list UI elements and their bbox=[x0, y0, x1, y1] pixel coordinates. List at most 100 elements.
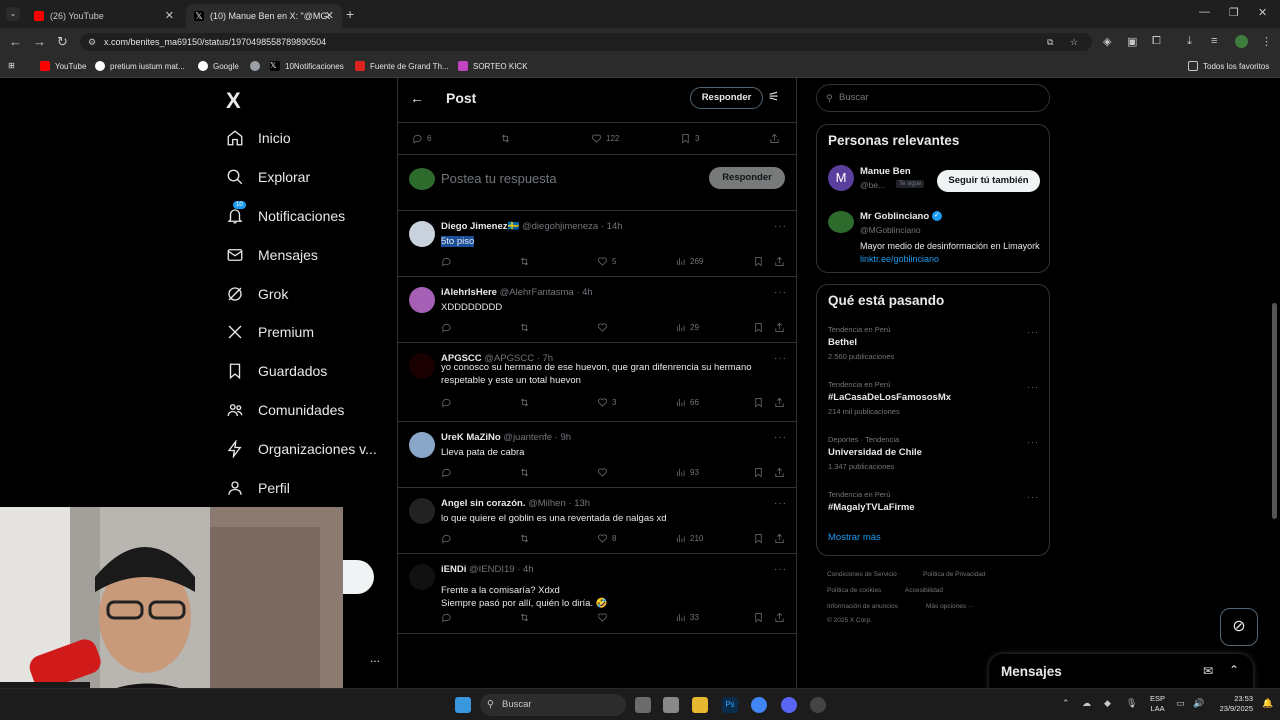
views-button[interactable]: 33 bbox=[675, 612, 699, 623]
footer-link[interactable]: Más opciones ··· bbox=[926, 603, 974, 610]
app-icon[interactable] bbox=[663, 697, 679, 713]
notification-center-icon[interactable]: 🔔 bbox=[1262, 698, 1273, 709]
more-options-icon[interactable]: ··· bbox=[774, 287, 787, 298]
nav-premium[interactable]: Premium bbox=[226, 319, 314, 345]
reply-item[interactable]: Angel sin corazón. @Milhen · 13h ··· lo … bbox=[398, 488, 796, 554]
extension-icon[interactable]: ◈ bbox=[1103, 35, 1111, 48]
x-logo[interactable]: X bbox=[226, 88, 241, 114]
follow-back-button[interactable]: Seguir tú también bbox=[937, 170, 1040, 192]
trend-more-icon[interactable]: ··· bbox=[1027, 437, 1039, 447]
author-handle[interactable]: @AlehrFantasma bbox=[500, 287, 574, 298]
download-icon[interactable]: ⤓ bbox=[1187, 35, 1192, 48]
author-name[interactable]: iAlehrIsHere bbox=[441, 287, 497, 298]
timestamp[interactable]: 13h bbox=[574, 498, 590, 509]
views-button[interactable]: 29 bbox=[675, 322, 699, 333]
footer-link[interactable]: Accesibilidad bbox=[905, 587, 943, 594]
more-options-icon[interactable]: ··· bbox=[774, 432, 787, 443]
like-button[interactable]: 8 bbox=[597, 533, 616, 544]
avatar[interactable]: M bbox=[828, 165, 854, 191]
site-info-icon[interactable]: ⚙ bbox=[88, 33, 96, 51]
reading-list-icon[interactable]: ≡ bbox=[1211, 35, 1217, 47]
nav-notificaciones[interactable]: 10 Notificaciones bbox=[226, 201, 345, 229]
share-button[interactable] bbox=[774, 533, 789, 544]
tray-chevron-icon[interactable]: ⌃ bbox=[1062, 698, 1070, 709]
reply-button[interactable] bbox=[441, 397, 456, 408]
close-tab-icon[interactable]: ✕ bbox=[325, 9, 334, 22]
share-button[interactable] bbox=[774, 612, 789, 623]
more-options-icon[interactable]: ··· bbox=[774, 221, 787, 232]
avatar[interactable] bbox=[409, 221, 435, 247]
bookmark-youtube[interactable]: YouTube bbox=[40, 61, 86, 71]
puzzle-icon[interactable]: ⧠ bbox=[1152, 35, 1161, 48]
repost-button[interactable] bbox=[519, 322, 534, 333]
tray-app-icon[interactable]: ◆ bbox=[1104, 698, 1111, 709]
reply-item[interactable]: iAlehrIsHere @AlehrFantasma · 4h ··· XDD… bbox=[398, 277, 796, 343]
bookmark-button[interactable] bbox=[753, 467, 768, 478]
back-icon[interactable]: ← bbox=[9, 34, 22, 49]
author-handle[interactable]: @diegohjimeneza bbox=[522, 221, 598, 232]
author-name[interactable]: Angel sin corazón. bbox=[441, 498, 525, 509]
author-name[interactable]: iENDi bbox=[441, 564, 466, 575]
volume-icon[interactable]: 🔊 bbox=[1193, 698, 1204, 709]
back-arrow-icon[interactable]: ← bbox=[410, 90, 424, 106]
file-explorer-icon[interactable] bbox=[692, 697, 708, 713]
share-button[interactable] bbox=[769, 133, 784, 144]
bookmark-grand-theft[interactable]: Fuente de Grand Th... bbox=[355, 61, 449, 71]
bookmark-button[interactable] bbox=[753, 322, 768, 333]
share-button[interactable] bbox=[774, 467, 789, 478]
like-button[interactable] bbox=[597, 322, 612, 333]
tab-x-post[interactable]: 𝕏 (10) Manue Ben en X: "@MGob ✕ bbox=[186, 4, 342, 28]
trend-more-icon[interactable]: ··· bbox=[1027, 327, 1039, 337]
repost-button[interactable] bbox=[519, 533, 534, 544]
new-message-icon[interactable]: ✉ bbox=[1203, 664, 1213, 678]
person-name[interactable]: Manue Ben bbox=[860, 166, 911, 177]
reply-submit-button[interactable]: Responder bbox=[709, 167, 785, 189]
timestamp[interactable]: 4h bbox=[523, 564, 534, 575]
share-button[interactable] bbox=[774, 322, 789, 333]
install-icon[interactable]: ⧉ bbox=[1047, 33, 1053, 51]
apps-icon[interactable]: ⊞ bbox=[8, 61, 15, 70]
discord-icon[interactable] bbox=[781, 697, 797, 713]
filter-icon[interactable]: ⚟ bbox=[768, 89, 780, 105]
bookmark-globe[interactable] bbox=[250, 61, 265, 71]
nav-perfil[interactable]: Perfil bbox=[226, 475, 290, 501]
footer-link[interactable]: Política de Privacidad bbox=[923, 571, 986, 578]
menu-icon[interactable]: ⋮ bbox=[1261, 35, 1272, 48]
nav-grok[interactable]: Grok bbox=[226, 281, 288, 307]
author-handle[interactable]: @IENDI19 bbox=[469, 564, 515, 575]
author-name[interactable]: UreK MaZiNo bbox=[441, 432, 501, 443]
bookmark-google[interactable]: Google bbox=[198, 61, 239, 71]
header-reply-button[interactable]: Responder bbox=[690, 87, 763, 109]
bookmark-pretium[interactable]: pretium iustum mat... bbox=[95, 61, 185, 71]
scrollbar[interactable] bbox=[1272, 303, 1277, 519]
repost-button[interactable] bbox=[519, 467, 534, 478]
trend-more-icon[interactable]: ··· bbox=[1027, 492, 1039, 502]
footer-link[interactable]: Información de anuncios bbox=[827, 603, 898, 610]
reply-item[interactable]: Diego Jimenez🇸🇪 @diegohjimeneza · 14h ··… bbox=[398, 211, 796, 277]
views-button[interactable]: 210 bbox=[675, 533, 703, 544]
restore-icon[interactable]: ❐ bbox=[1229, 6, 1239, 19]
bookmark-sorteo-kick[interactable]: SORTEO KICK bbox=[458, 61, 528, 71]
nav-explorar[interactable]: Explorar bbox=[226, 164, 310, 190]
post-likes[interactable]: 122 bbox=[591, 133, 619, 144]
tab-youtube[interactable]: (26) YouTube ✕ bbox=[26, 4, 182, 28]
clock[interactable]: 23:53 23/9/2025 bbox=[1213, 694, 1253, 714]
microphone-icon[interactable]: 🎙 bbox=[1126, 698, 1137, 709]
avatar[interactable] bbox=[409, 353, 435, 379]
windows-start-icon[interactable] bbox=[455, 697, 471, 713]
reply-button[interactable] bbox=[441, 256, 456, 267]
bookmark-button[interactable] bbox=[753, 533, 768, 544]
nav-inicio[interactable]: Inicio bbox=[226, 125, 291, 151]
grok-floating-button[interactable]: ⊘ bbox=[1220, 608, 1258, 646]
timestamp[interactable]: 9h bbox=[560, 432, 571, 443]
minimize-icon[interactable]: — bbox=[1199, 6, 1210, 18]
search-input[interactable]: ⚲ Buscar bbox=[816, 84, 1050, 112]
reply-button[interactable] bbox=[441, 533, 456, 544]
language-indicator[interactable]: ESP LAA bbox=[1150, 694, 1165, 714]
footer-link[interactable]: Condiciones de Servicio bbox=[827, 571, 897, 578]
avatar[interactable] bbox=[409, 564, 435, 590]
footer-link[interactable]: Política de cookies bbox=[827, 587, 881, 594]
taskbar-search[interactable]: ⚲ Buscar bbox=[480, 694, 626, 716]
nav-guardados[interactable]: Guardados bbox=[226, 358, 327, 384]
avatar[interactable] bbox=[409, 287, 435, 313]
